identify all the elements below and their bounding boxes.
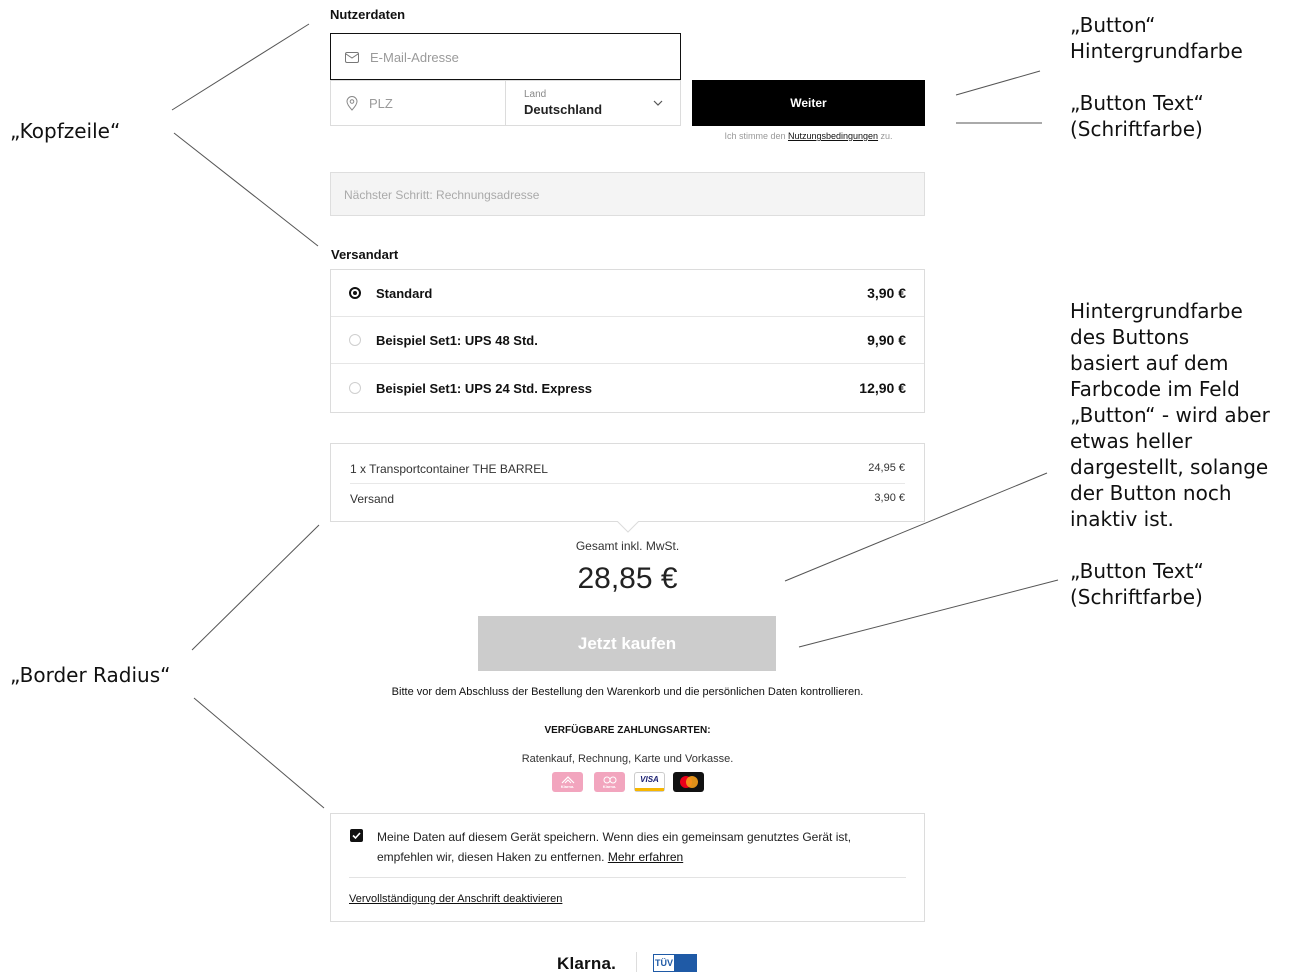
klarna-logo: Klarna. xyxy=(557,954,617,973)
country-label: Land xyxy=(524,89,547,100)
remember-data-box: Meine Daten auf diesem Gerät speichern. … xyxy=(330,813,925,922)
payment-title: VERFÜGBARE ZAHLUNGSARTEN: xyxy=(544,725,711,736)
remember-text: Meine Daten auf diesem Gerät speichern. … xyxy=(377,827,907,867)
border-radius-line-top xyxy=(191,524,320,651)
shipping-option-price: 12,90 € xyxy=(859,380,906,396)
kopfzeile-line-bottom xyxy=(173,132,319,247)
tuv-text: TÜV xyxy=(653,954,675,972)
summary-pointer xyxy=(617,521,639,533)
buy-button[interactable]: Jetzt kaufen xyxy=(478,616,776,671)
chevron-down-icon xyxy=(653,100,663,106)
annotation-button-text-bottom: „Button Text“ (Schriftfarbe) xyxy=(1070,559,1204,609)
visa-text: VISA xyxy=(640,775,659,784)
klarna-logo-text: Klarna. xyxy=(560,783,575,789)
location-pin-icon xyxy=(346,96,358,111)
disable-autocomplete-link[interactable]: Vervollständigung der Anschrift deaktivi… xyxy=(349,893,562,905)
radio-selected-icon xyxy=(349,287,361,299)
terms-suffix: zu. xyxy=(878,131,893,141)
remember-divider xyxy=(349,877,906,878)
total-value: 28,85 € xyxy=(577,562,678,595)
shipping-option-label: Standard xyxy=(376,286,433,301)
zip-placeholder: PLZ xyxy=(369,96,393,111)
shipping-option[interactable]: Standard 3,90 € xyxy=(331,270,924,317)
learn-more-link[interactable]: Mehr erfahren xyxy=(608,850,683,864)
radio-unselected-icon xyxy=(349,334,361,346)
email-field[interactable]: E-Mail-Adresse xyxy=(330,33,681,80)
annotation-kopfzeile: „Kopfzeile“ xyxy=(10,119,121,143)
shipping-option[interactable]: Beispiel Set1: UPS 24 Std. Express 12,90… xyxy=(331,365,924,412)
summary-item-price: 24,95 € xyxy=(868,462,905,474)
footer-divider xyxy=(636,952,637,972)
klarna-installments-icon: Klarna. xyxy=(552,772,583,792)
button-bg-line xyxy=(955,70,1041,96)
checkbox-checked-icon[interactable] xyxy=(350,829,363,842)
shipping-options: Standard 3,90 € Beispiel Set1: UPS 48 St… xyxy=(330,269,925,413)
continue-button[interactable]: Weiter xyxy=(692,80,925,126)
zip-field[interactable]: PLZ xyxy=(330,80,506,126)
summary-shipping-row: Versand 3,90 € xyxy=(350,492,905,506)
shipping-option[interactable]: Beispiel Set1: UPS 48 Std. 9,90 € xyxy=(331,317,924,364)
annotation-button-bg: „Button“ Hintergrundfarbe xyxy=(1070,13,1243,63)
mastercard-icon xyxy=(673,772,704,792)
email-placeholder: E-Mail-Adresse xyxy=(370,50,459,65)
summary-shipping-label: Versand xyxy=(350,492,395,506)
shipping-section-title: Versandart xyxy=(331,247,399,262)
next-step-text: Nächster Schritt: Rechnungsadresse xyxy=(344,188,540,202)
total-label: Gesamt inkl. MwSt. xyxy=(575,539,680,553)
envelope-icon xyxy=(345,52,359,63)
shipping-option-price: 3,90 € xyxy=(867,285,906,301)
review-note: Bitte vor dem Abschluss der Bestellung d… xyxy=(391,686,864,698)
annotation-border-radius: „Border Radius“ xyxy=(10,663,171,687)
user-section-title: Nutzerdaten xyxy=(330,7,406,22)
border-radius-line-bottom xyxy=(193,697,325,809)
kopfzeile-line-top xyxy=(171,23,310,111)
annotation-button-text-top: „Button Text“ (Schriftfarbe) xyxy=(1070,91,1204,141)
summary-item-label: 1 x Transportcontainer THE BARREL xyxy=(350,462,548,476)
summary-item-row: 1 x Transportcontainer THE BARREL 24,95 … xyxy=(350,462,905,476)
summary-shipping-price: 3,90 € xyxy=(874,492,905,504)
annotation-inactive-note: Hintergrundfarbe des Buttons basiert auf… xyxy=(1070,299,1270,531)
shipping-option-price: 9,90 € xyxy=(867,332,906,348)
terms-note: Ich stimme den Nutzungsbedingungen zu. xyxy=(692,131,925,141)
tuv-badge-icon: TÜV xyxy=(653,954,697,972)
radio-unselected-icon xyxy=(349,382,361,394)
next-step-bar: Nächster Schritt: Rechnungsadresse xyxy=(330,172,925,216)
shipping-option-label: Beispiel Set1: UPS 48 Std. xyxy=(376,333,538,348)
terms-prefix: Ich stimme den xyxy=(724,131,788,141)
klarna-invoice-icon: Klarna. xyxy=(594,772,625,792)
order-summary: 1 x Transportcontainer THE BARREL 24,95 … xyxy=(330,443,925,522)
country-select[interactable]: Land Deutschland xyxy=(505,80,681,126)
visa-icon: VISA xyxy=(634,772,665,792)
terms-link[interactable]: Nutzungsbedingungen xyxy=(788,131,878,141)
payment-methods-text: Ratenkauf, Rechnung, Karte und Vorkasse. xyxy=(521,753,734,765)
summary-divider xyxy=(350,483,905,484)
country-value: Deutschland xyxy=(524,102,603,117)
klarna-logo-text: Klarna. xyxy=(602,783,617,789)
shipping-option-label: Beispiel Set1: UPS 24 Std. Express xyxy=(376,381,593,396)
